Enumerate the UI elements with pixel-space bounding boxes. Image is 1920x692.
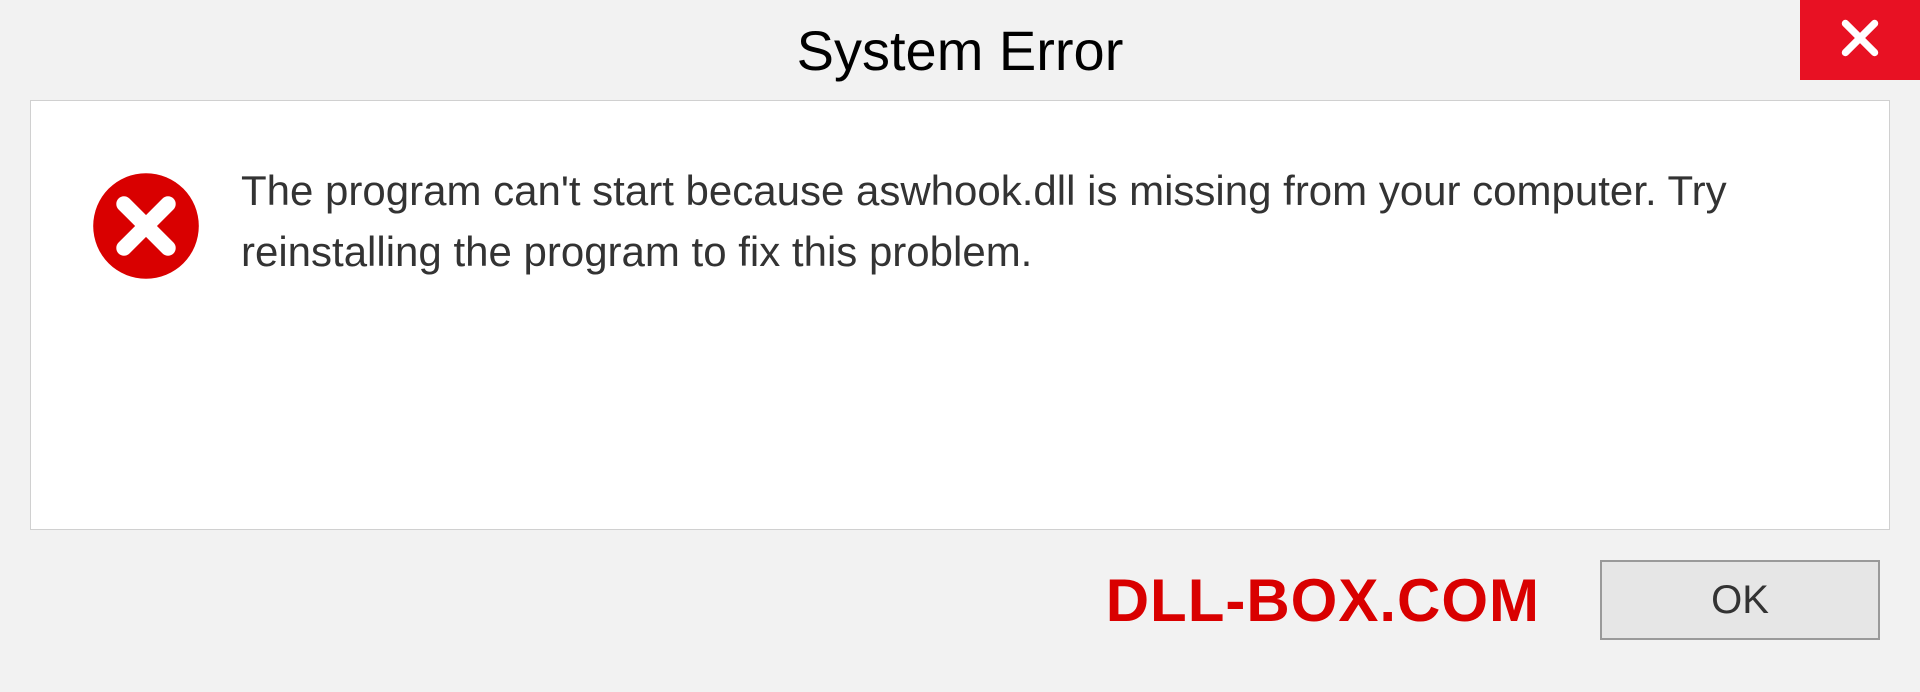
- watermark-text: DLL-BOX.COM: [1106, 566, 1540, 635]
- error-icon: [91, 171, 201, 281]
- ok-button[interactable]: OK: [1600, 560, 1880, 640]
- title-bar: System Error: [0, 0, 1920, 100]
- close-button[interactable]: [1800, 0, 1920, 80]
- dialog-title: System Error: [797, 18, 1124, 83]
- ok-button-label: OK: [1711, 578, 1769, 623]
- dialog-content: The program can't start because aswhook.…: [30, 100, 1890, 530]
- close-icon: [1835, 13, 1885, 68]
- dialog-footer: DLL-BOX.COM OK: [0, 530, 1920, 640]
- error-message: The program can't start because aswhook.…: [241, 161, 1839, 283]
